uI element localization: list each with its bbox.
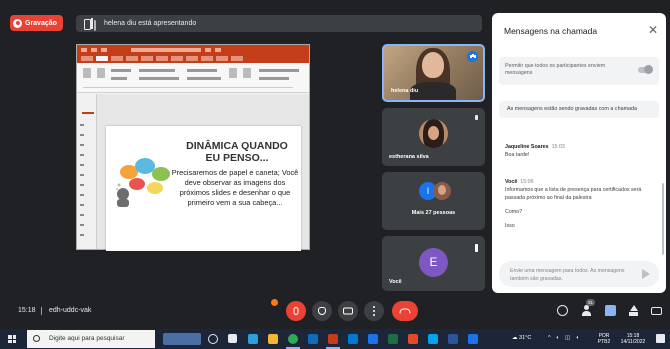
app-icon[interactable]	[368, 334, 378, 344]
windows-taskbar: Digite aqui para pesquisar ☁ 31°C ^ ◐ ◫ …	[0, 329, 670, 349]
slide-thumbnails	[77, 94, 97, 249]
message-text: Boa tarde!	[505, 152, 530, 158]
file-explorer-icon[interactable]	[268, 334, 278, 344]
message-text: Informamos que a lista de presença para …	[505, 187, 642, 201]
chat-permission-label: Permitir que todos os participantes envi…	[505, 63, 606, 76]
cortana-icon[interactable]	[208, 334, 218, 344]
slide-body: Precisaremos de papel e caneta; Você dev…	[171, 168, 299, 207]
chat-permission-setting: Permitir que todos os participantes envi…	[499, 57, 659, 85]
taskbar-search-box[interactable]: Digite aqui para pesquisar	[27, 330, 155, 348]
ppt-ribbon	[77, 63, 309, 93]
more-participants-label: Mais 27 pessoas	[411, 210, 456, 216]
end-call-button[interactable]	[392, 301, 418, 321]
taskbar-clock[interactable]: 15:18 14/11/2022	[618, 333, 648, 345]
presenting-text: helena diu está apresentando	[104, 20, 197, 27]
present-to-all-icon	[84, 18, 96, 30]
participant-tile[interactable]: estherana silva	[382, 108, 485, 166]
message-sender: Jaqueline Soares	[505, 144, 549, 150]
present-icon	[343, 307, 353, 315]
mic-button[interactable]	[286, 301, 306, 321]
chat-icon[interactable]	[605, 305, 616, 316]
host-controls-icon[interactable]	[651, 307, 662, 315]
participant-name: estherana silva	[389, 154, 429, 160]
chat-message: Jaqueline Soares 15:03 Boa tarde!	[505, 143, 565, 159]
slide-title: DINÂMICA QUANDO EU PENSO...	[186, 140, 288, 164]
more-participants-tile[interactable]: I Mais 27 pessoas	[382, 172, 485, 230]
info-icon[interactable]	[557, 305, 568, 316]
chat-recording-note: As mensagens estão sendo gravadas com a …	[499, 101, 659, 118]
more-options-button[interactable]	[364, 301, 384, 321]
task-view-icon[interactable]	[228, 334, 237, 343]
windows-start-icon[interactable]	[8, 335, 16, 343]
activities-icon[interactable]	[628, 305, 639, 316]
language-indicator[interactable]: POR PTB2	[594, 333, 614, 345]
clock-date: 14/11/2022	[620, 339, 646, 345]
avatar	[433, 182, 451, 200]
participant-tile-presenter[interactable]: helena diu	[382, 44, 485, 102]
present-button[interactable]	[338, 301, 358, 321]
message-sender: Você	[505, 179, 518, 185]
weather-text: 31°C	[519, 335, 532, 341]
chat-message: Você 15:06 Informamos que a lista de pres…	[505, 178, 645, 230]
hand-icon	[318, 307, 326, 315]
ppt-title-bar	[77, 45, 309, 55]
speaking-indicator-icon	[467, 51, 478, 62]
ppt-workspace: DINÂMICA QUANDO EU PENSO... Precisaremos…	[77, 94, 309, 251]
raise-hand-button[interactable]	[312, 301, 332, 321]
meeting-code: edh-uddc-vak	[49, 307, 92, 314]
record-icon	[13, 18, 22, 28]
participant-count-badge: 31	[586, 299, 595, 306]
excel-icon[interactable]	[388, 334, 398, 344]
word-icon[interactable]	[448, 334, 458, 344]
recording-badge[interactable]: Gravação	[10, 15, 63, 31]
presenting-banner: helena diu está apresentando	[76, 15, 482, 32]
chat-permission-toggle[interactable]	[638, 65, 653, 74]
ppt-ribbon-tabs	[77, 55, 309, 63]
recording-label: Gravação	[25, 19, 57, 27]
top-bar: Gravação helena diu está apresentando	[0, 0, 490, 44]
message-time: 15:06	[520, 179, 534, 185]
app-icon[interactable]	[468, 334, 478, 344]
avatar	[419, 119, 448, 148]
mic-off-icon	[293, 307, 299, 315]
meeting-controls-bar: 15:18 edh-uddc-vak 31	[0, 296, 670, 326]
pin-icon[interactable]	[475, 115, 478, 120]
store-icon[interactable]	[308, 334, 318, 344]
taskbar-search-placeholder: Digite aqui para pesquisar	[49, 335, 125, 342]
system-tray-icons[interactable]: ^ ◐ ◫ ◖	[548, 335, 581, 341]
send-icon[interactable]	[642, 269, 650, 279]
thought-bubbles-illustration	[116, 158, 170, 207]
weather-status[interactable]: ☁ 31°C	[512, 335, 531, 341]
powerpoint-icon[interactable]	[328, 334, 338, 344]
app-icon[interactable]	[428, 334, 438, 344]
meeting-time: 15:18	[18, 307, 36, 314]
message-text: Isso	[505, 223, 515, 229]
app-icon[interactable]	[408, 334, 418, 344]
mic-level-badge	[271, 299, 278, 306]
current-slide: DINÂMICA QUANDO EU PENSO... Precisaremos…	[106, 126, 301, 251]
chat-input-placeholder: Envie uma mensagem para todos. As mensag…	[510, 268, 625, 282]
more-vert-icon	[373, 306, 375, 308]
edge-icon[interactable]	[248, 334, 258, 344]
news-widget-icon[interactable]	[163, 333, 201, 345]
chat-input[interactable]: Envie uma mensagem para todos. As mensag…	[499, 261, 659, 287]
self-view-tile[interactable]: E Você	[382, 236, 485, 291]
participant-name: Você	[389, 279, 402, 285]
more-options-icon[interactable]	[475, 244, 478, 252]
chrome-icon[interactable]	[288, 334, 298, 344]
search-icon	[33, 335, 40, 342]
message-time: 15:03	[551, 144, 565, 150]
shared-screen: DINÂMICA QUANDO EU PENSO... Precisaremos…	[76, 44, 310, 251]
avatar: E	[419, 248, 448, 277]
hang-up-icon	[399, 308, 411, 314]
message-text: Como?	[505, 209, 523, 215]
people-icon[interactable]	[581, 305, 592, 316]
notifications-icon[interactable]	[656, 334, 665, 343]
participant-name: helena diu	[391, 88, 419, 94]
chat-scrollbar[interactable]	[662, 183, 664, 255]
chat-title: Mensagens na chamada	[504, 26, 598, 36]
mail-icon[interactable]	[348, 334, 358, 344]
close-icon[interactable]: ✕	[648, 23, 658, 37]
chat-panel: Mensagens na chamada ✕ Permitir que todo…	[492, 13, 666, 293]
